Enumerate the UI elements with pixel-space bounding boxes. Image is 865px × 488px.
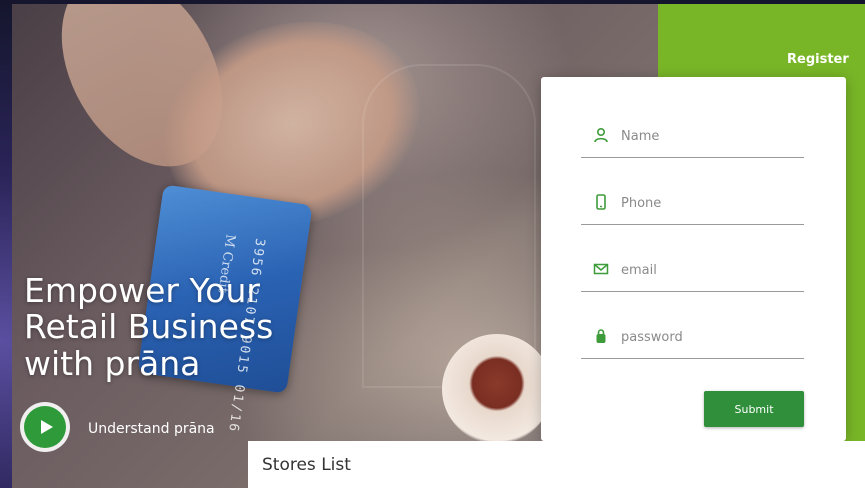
name-input[interactable] [621,125,791,147]
name-field [581,117,804,158]
lock-icon [593,328,609,344]
hero-headline: Empower Your Retail Business with prāna [24,271,314,383]
phone-input[interactable] [621,192,791,214]
register-tab[interactable]: Register [787,52,849,67]
phone-field [581,184,804,225]
email-input[interactable] [621,259,791,281]
stores-list-title: Stores List [262,455,351,475]
submit-button[interactable]: Submit [704,391,804,427]
headline-line-2: Retail Business [24,307,274,347]
stores-list-panel: Stores List [248,441,865,488]
password-field [581,318,804,359]
understand-prana-link[interactable]: Understand prāna [88,421,215,437]
play-icon [40,420,53,434]
mail-icon [593,261,609,277]
phone-icon [593,194,609,210]
register-form: Submit [541,77,846,441]
email-field [581,251,804,292]
coffee-cup-image [442,334,552,444]
play-video-button[interactable] [24,406,66,448]
password-input[interactable] [621,326,791,348]
headline-line-1: Empower Your [24,271,260,310]
user-icon [593,127,609,143]
headline-line-3: with prāna [24,343,201,383]
